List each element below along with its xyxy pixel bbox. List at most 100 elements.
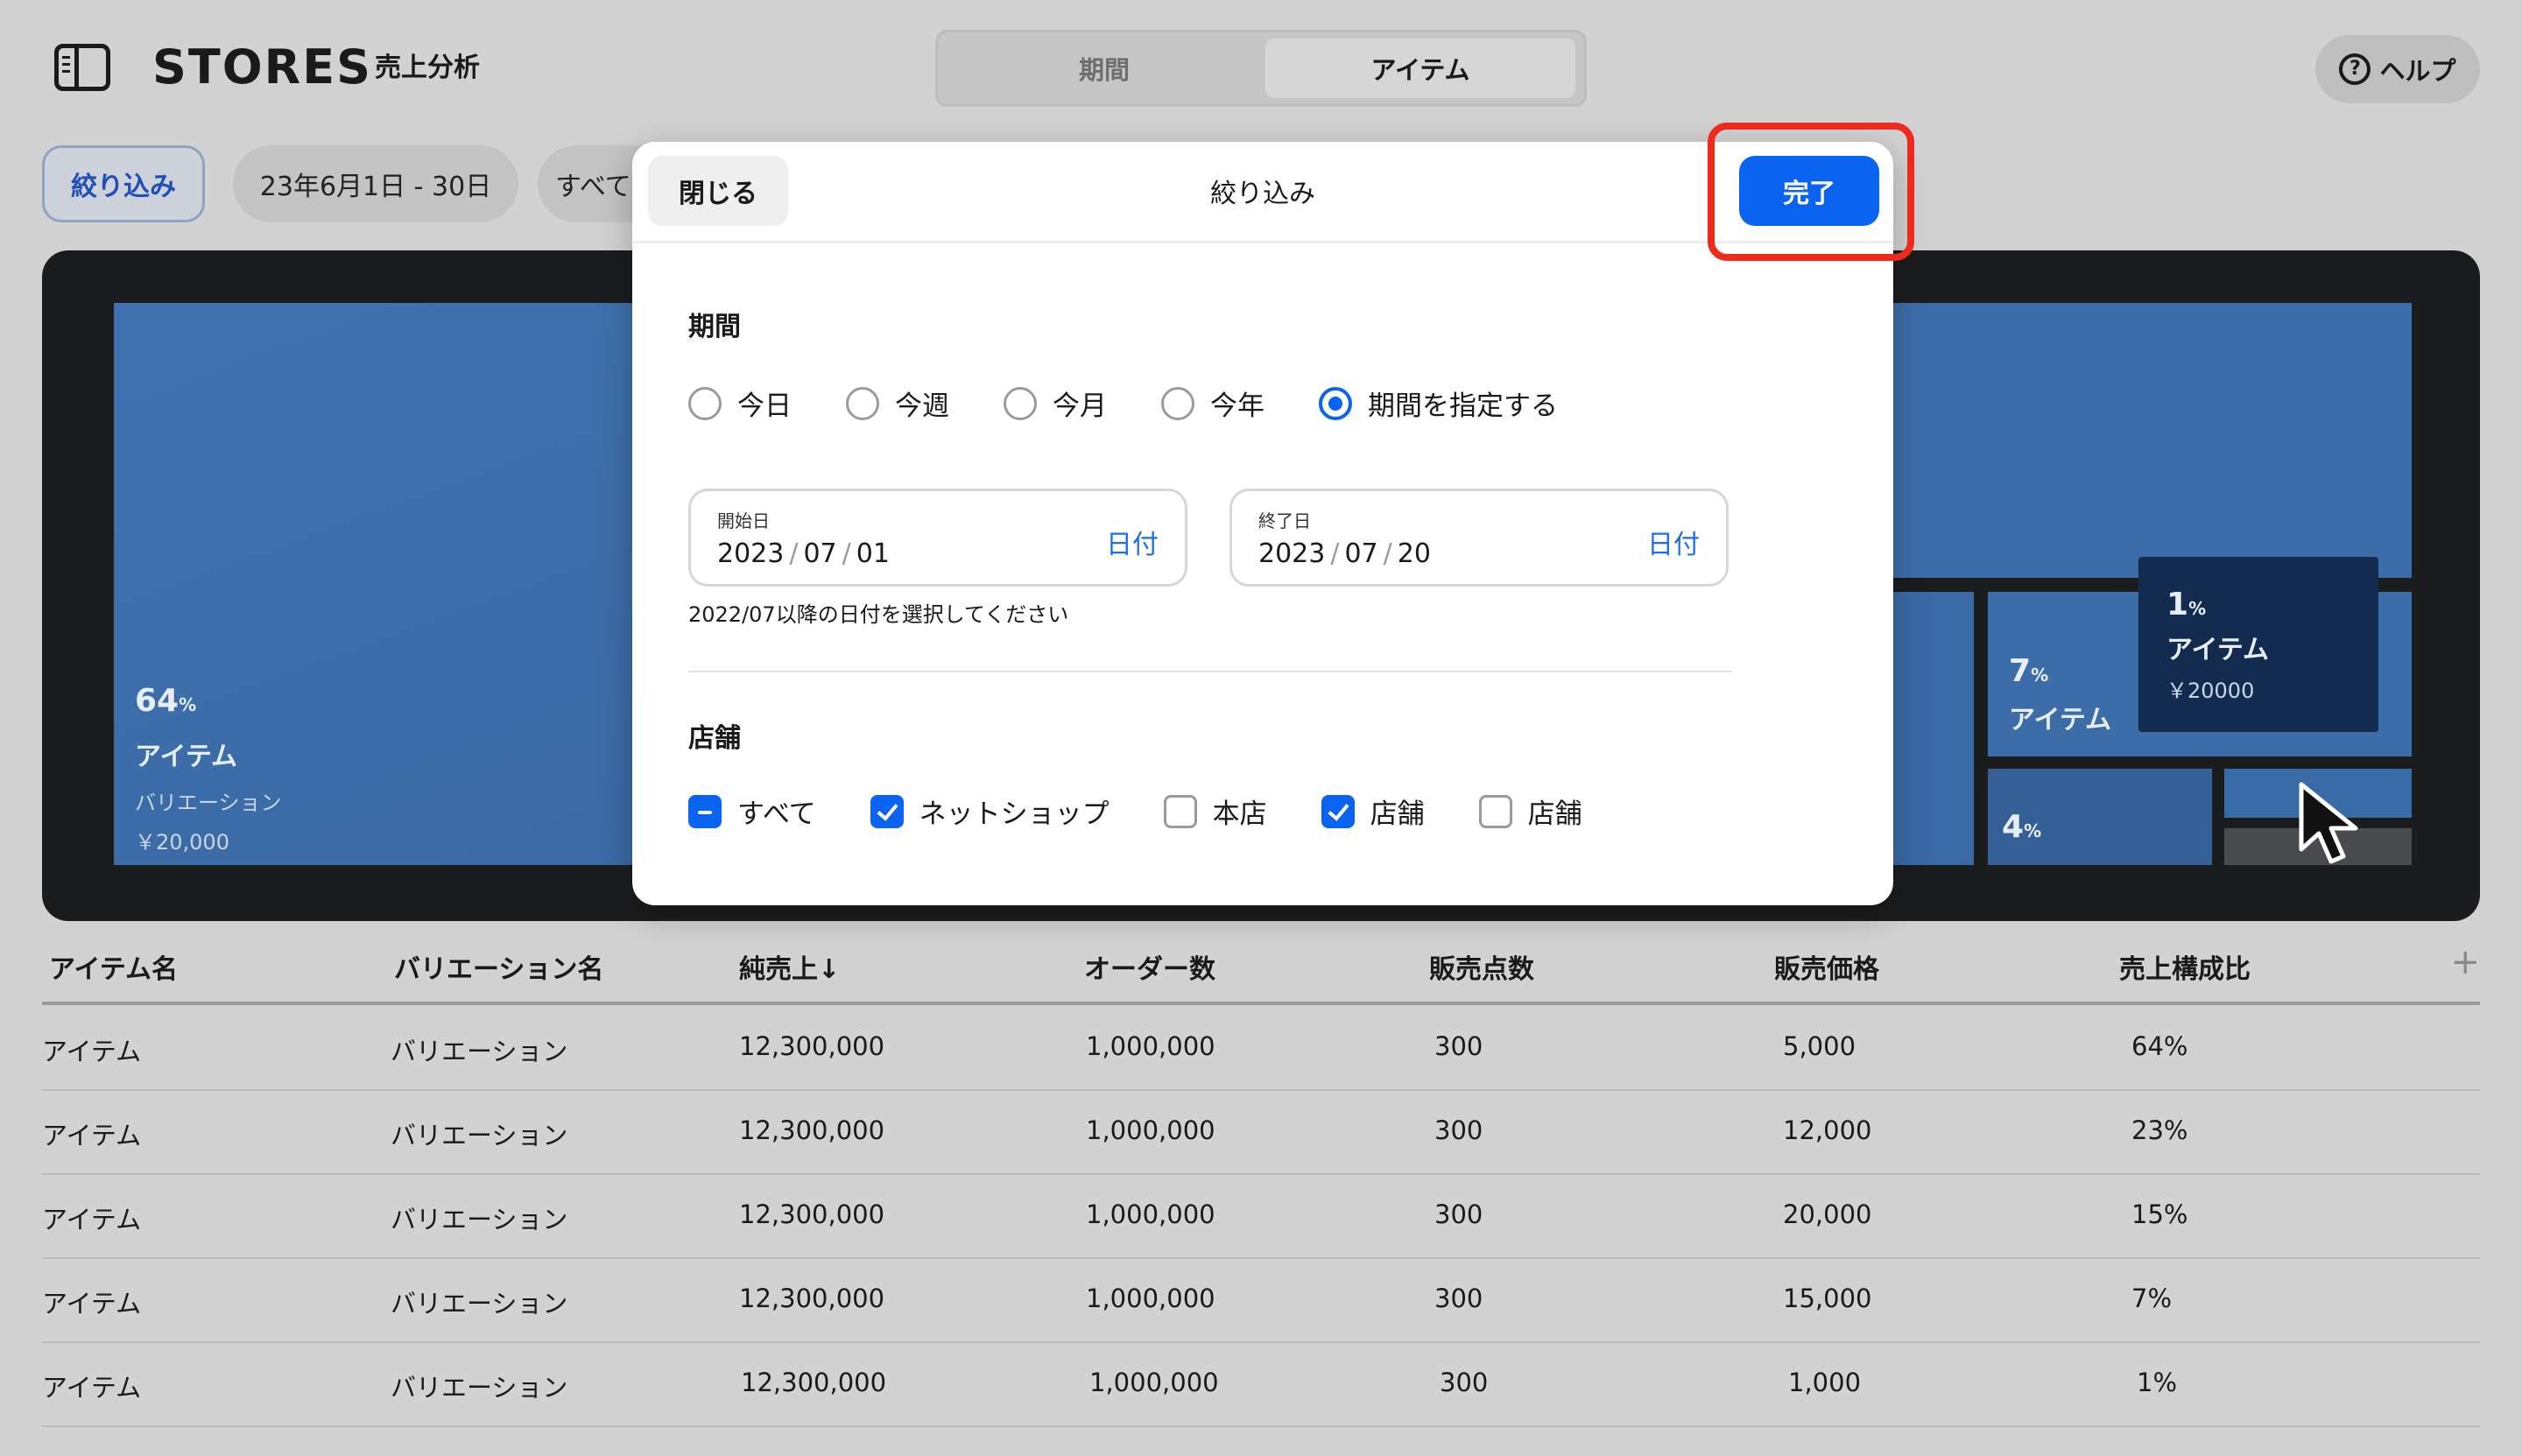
section-divider bbox=[688, 671, 1732, 672]
radio-this-week[interactable]: 今週 bbox=[846, 383, 949, 423]
segment-period[interactable]: 期間 bbox=[945, 39, 1264, 98]
cell-net-sales: 12,300,000 bbox=[739, 1284, 885, 1313]
tile-percent-unit: % bbox=[2031, 665, 2049, 686]
checkbox-unchecked-icon bbox=[1478, 794, 1512, 828]
sidebar-toggle-icon[interactable] bbox=[54, 44, 110, 91]
treemap-4-label: 4% bbox=[2002, 809, 2041, 845]
cell-price: 15,000 bbox=[1783, 1284, 1872, 1313]
cell-item: アイテム bbox=[42, 1205, 142, 1234]
cell-units: 300 bbox=[1434, 1031, 1483, 1061]
start-date-picker-link[interactable]: 日付 bbox=[1106, 523, 1159, 561]
cell-variation: バリエーション bbox=[391, 1037, 568, 1066]
plus-icon[interactable]: + bbox=[2450, 942, 2480, 982]
end-date-picker-link[interactable]: 日付 bbox=[1647, 523, 1700, 561]
table-row[interactable]: アイテム バリエーション 12,300,000 1,000,000 300 15… bbox=[42, 1259, 2480, 1343]
cell-units: 300 bbox=[1434, 1284, 1483, 1313]
checkbox-store-1[interactable]: 店舗 bbox=[1321, 791, 1425, 831]
cell-ratio: 1% bbox=[2137, 1368, 2178, 1397]
checkbox-label: ネットショップ bbox=[919, 798, 1110, 830]
checkbox-label: 店舗 bbox=[1527, 798, 1582, 830]
table-row[interactable]: アイテム バリエーション 12,300,000 1,000,000 300 12… bbox=[42, 1091, 2480, 1175]
checkbox-store-2[interactable]: 店舗 bbox=[1478, 791, 1582, 831]
checkbox-label: すべて bbox=[737, 798, 816, 830]
filter-modal: 絞り込み 閉じる 完了 期間 今日 今週 今月 今年 期間を指定する 開始日 2… bbox=[632, 142, 1893, 905]
cell-variation: バリエーション bbox=[391, 1205, 568, 1234]
period-radio-group: 今日 今週 今月 今年 期間を指定する bbox=[688, 383, 1612, 423]
radio-today[interactable]: 今日 bbox=[688, 383, 792, 423]
radio-this-month[interactable]: 今月 bbox=[1004, 383, 1107, 423]
checkbox-checked-icon bbox=[870, 794, 904, 828]
table-row[interactable]: アイテム バリエーション 12,300,000 1,000,000 300 20… bbox=[42, 1175, 2480, 1259]
column-variation-name[interactable]: バリエーション名 bbox=[394, 947, 603, 986]
column-sales-ratio[interactable]: 売上構成比 bbox=[2119, 947, 2251, 986]
checkbox-net-shop[interactable]: ネットショップ bbox=[870, 791, 1110, 831]
radio-custom-period[interactable]: 期間を指定する bbox=[1319, 383, 1558, 423]
checkbox-all[interactable]: すべて bbox=[688, 791, 816, 831]
mouse-pointer-icon bbox=[2299, 782, 2358, 864]
help-button[interactable]: ? ヘルプ bbox=[2315, 35, 2480, 103]
question-circle-icon: ? bbox=[2339, 53, 2371, 85]
tile-percent-unit: % bbox=[2024, 820, 2042, 841]
cell-ratio: 7% bbox=[2131, 1284, 2173, 1313]
checkbox-label: 店舗 bbox=[1370, 798, 1425, 830]
cell-net-sales: 12,300,000 bbox=[739, 1031, 885, 1061]
table-header: アイテム名 バリエーション名 純売上↓ オーダー数 販売点数 販売価格 売上構成… bbox=[42, 937, 2480, 1005]
start-date-value: 2023/07/01 bbox=[717, 538, 890, 569]
cell-item: アイテム bbox=[42, 1121, 142, 1150]
cell-orders: 1,000,000 bbox=[1089, 1368, 1219, 1397]
cell-orders: 1,000,000 bbox=[1086, 1115, 1215, 1145]
cell-ratio: 23% bbox=[2131, 1115, 2188, 1145]
radio-label: 今週 bbox=[895, 390, 949, 422]
period-section-title: 期間 bbox=[688, 312, 741, 342]
brand-logo: STORES bbox=[152, 39, 372, 95]
radio-circle-icon bbox=[1004, 386, 1037, 420]
column-sale-price[interactable]: 販売価格 bbox=[1774, 947, 1879, 986]
cell-variation: バリエーション bbox=[391, 1121, 568, 1150]
page-title: 売上分析 bbox=[375, 53, 480, 83]
checkbox-main-store[interactable]: 本店 bbox=[1163, 791, 1267, 831]
cell-net-sales: 12,300,000 bbox=[739, 1115, 885, 1145]
cell-units: 300 bbox=[1440, 1368, 1489, 1397]
segment-item[interactable]: アイテム bbox=[1265, 39, 1575, 98]
treemap-tooltip-content: 1% アイテム ￥20000 bbox=[2166, 587, 2269, 704]
tile-variation: バリエーション bbox=[135, 791, 282, 815]
column-net-sales[interactable]: 純売上↓ bbox=[739, 947, 840, 986]
end-date-field[interactable]: 終了日 2023/07/20 日付 bbox=[1229, 489, 1729, 587]
store-section-title: 店舗 bbox=[688, 723, 741, 754]
checkbox-unchecked-icon bbox=[1163, 794, 1197, 828]
treemap-7-label: 7% アイテム bbox=[2009, 653, 2111, 736]
treemap-tile[interactable] bbox=[1883, 592, 1974, 865]
close-button[interactable]: 閉じる bbox=[648, 156, 788, 226]
view-segmented-control: 期間 アイテム bbox=[935, 30, 1587, 107]
treemap-tile[interactable] bbox=[1883, 303, 2412, 578]
tile-percent: 4 bbox=[2002, 809, 2025, 845]
cell-item: アイテム bbox=[42, 1037, 142, 1066]
column-order-count[interactable]: オーダー数 bbox=[1084, 947, 1215, 986]
cell-orders: 1,000,000 bbox=[1086, 1284, 1215, 1313]
column-units-sold[interactable]: 販売点数 bbox=[1429, 947, 1534, 986]
radio-label: 期間を指定する bbox=[1368, 390, 1558, 422]
cell-variation: バリエーション bbox=[391, 1373, 568, 1403]
radio-selected-icon bbox=[1319, 386, 1352, 420]
checkbox-checked-icon bbox=[1321, 794, 1355, 828]
tooltip-percent-unit: % bbox=[2188, 598, 2207, 619]
tooltip-amount: ￥20000 bbox=[2166, 679, 2255, 703]
tile-item-name: アイテム bbox=[2009, 705, 2111, 735]
date-range-chip[interactable]: 23年6月1日 - 30日 bbox=[233, 145, 518, 222]
table-row[interactable]: アイテム バリエーション 12,300,000 1,000,000 300 5,… bbox=[42, 1007, 2480, 1091]
help-label: ヘルプ bbox=[2379, 56, 2456, 86]
tile-percent: 64 bbox=[135, 683, 180, 719]
end-date-label: 終了日 bbox=[1258, 510, 1311, 531]
table-row[interactable]: アイテム バリエーション 12,300,000 1,000,000 300 1,… bbox=[42, 1343, 2480, 1427]
start-date-field[interactable]: 開始日 2023/07/01 日付 bbox=[688, 489, 1187, 587]
cell-ratio: 64% bbox=[2131, 1031, 2188, 1061]
filter-button[interactable]: 絞り込み bbox=[42, 145, 205, 222]
tile-amount: ￥20,000 bbox=[135, 830, 229, 855]
column-item-name[interactable]: アイテム名 bbox=[49, 947, 178, 986]
cell-ratio: 15% bbox=[2131, 1199, 2188, 1229]
cell-price: 12,000 bbox=[1783, 1115, 1872, 1145]
cell-variation: バリエーション bbox=[391, 1289, 568, 1319]
radio-this-year[interactable]: 今年 bbox=[1161, 383, 1265, 423]
modal-title: 絞り込み bbox=[1210, 179, 1315, 209]
cell-orders: 1,000,000 bbox=[1086, 1199, 1215, 1229]
